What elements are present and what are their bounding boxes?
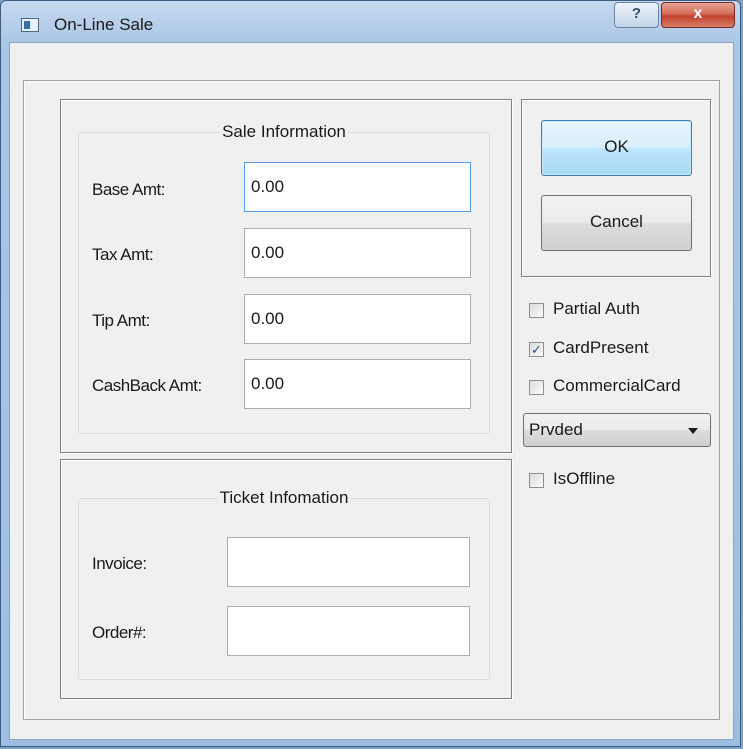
is-offline-checkbox[interactable] <box>529 473 544 488</box>
base-amt-input[interactable]: 0.00 <box>244 162 471 212</box>
help-icon: ? <box>631 5 642 22</box>
sale-info-title: Sale Information <box>220 122 348 141</box>
app-icon <box>21 18 39 32</box>
tax-amt-label: Tax Amt: <box>92 245 154 264</box>
card-present-label[interactable]: CardPresent <box>553 338 648 358</box>
tip-amt-label: Tip Amt: <box>92 311 150 330</box>
ticket-info-title: Ticket Infomation <box>217 488 351 507</box>
close-button[interactable]: x <box>661 2 735 28</box>
card-entry-select-value: Prvded <box>529 420 583 439</box>
partial-auth-checkbox[interactable] <box>529 303 544 318</box>
cancel-button[interactable]: Cancel <box>541 195 692 251</box>
cashback-amt-label: CashBack Amt: <box>92 376 202 395</box>
partial-auth-label[interactable]: Partial Auth <box>553 299 640 319</box>
invoice-input[interactable] <box>227 537 470 587</box>
card-entry-select[interactable]: Prvded <box>523 413 711 447</box>
title-bar[interactable]: On-Line Sale ? x <box>1 1 740 41</box>
commercial-card-checkbox[interactable] <box>529 380 544 395</box>
order-label: Order#: <box>92 623 147 642</box>
invoice-label: Invoice: <box>92 554 147 573</box>
window-title: On-Line Sale <box>54 15 154 34</box>
base-amt-label: Base Amt: <box>92 180 165 199</box>
chevron-down-icon <box>688 428 698 434</box>
help-button[interactable]: ? <box>614 2 659 28</box>
order-input[interactable] <box>227 606 470 656</box>
is-offline-label[interactable]: IsOffline <box>553 469 615 489</box>
ok-button[interactable]: OK <box>541 120 692 176</box>
checkmark-icon: ✓ <box>531 342 542 357</box>
dialog-client-area: Sale Information Base Amt: 0.00 Tax Amt:… <box>9 42 734 740</box>
cashback-amt-input[interactable]: 0.00 <box>244 359 471 409</box>
tip-amt-input[interactable]: 0.00 <box>244 294 471 344</box>
commercial-card-label[interactable]: CommercialCard <box>553 376 681 396</box>
tax-amt-input[interactable]: 0.00 <box>244 228 471 278</box>
close-icon: x <box>693 5 703 22</box>
card-present-checkbox[interactable]: ✓ <box>529 342 544 357</box>
dialog-window: On-Line Sale ? x Sale Information Base A… <box>0 0 741 747</box>
